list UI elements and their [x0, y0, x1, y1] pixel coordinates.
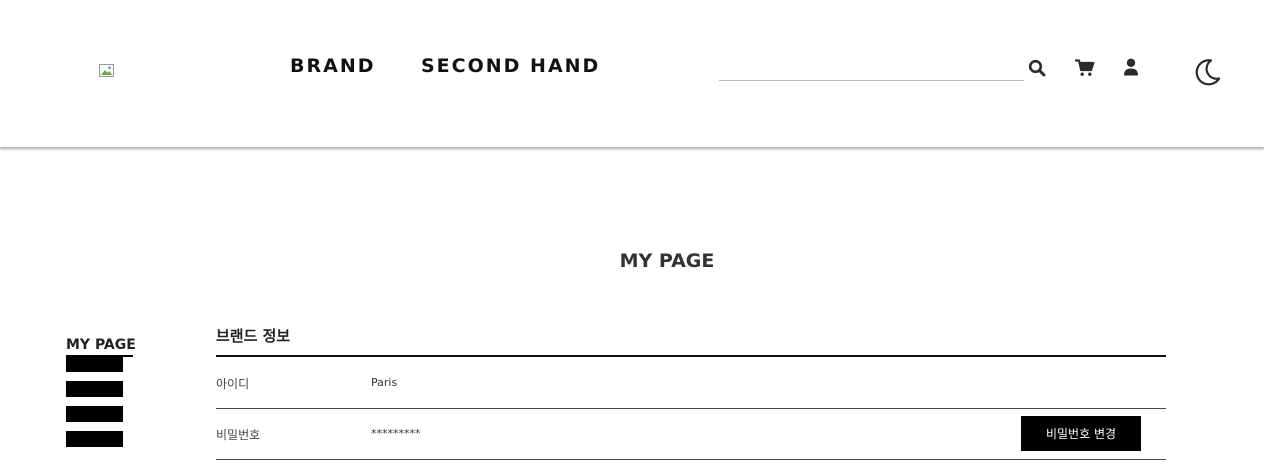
moon-icon[interactable]: [1192, 57, 1222, 87]
password-label: 비밀번호: [216, 428, 261, 442]
broken-image-icon[interactable]: [99, 64, 115, 78]
cart-icon[interactable]: [1075, 59, 1095, 77]
sidebar-item-2[interactable]: [66, 381, 123, 397]
search-bar: [719, 52, 1028, 82]
nav-second-hand-link[interactable]: SECOND HAND: [421, 55, 600, 77]
sidebar-item-4[interactable]: [66, 431, 123, 447]
page-title: MY PAGE: [619, 250, 715, 272]
search-icon[interactable]: [1028, 59, 1046, 77]
change-password-button[interactable]: 비밀번호 변경: [1021, 416, 1141, 451]
site-header: BRAND SECOND HAND: [0, 0, 1264, 148]
section-divider: [216, 355, 1166, 357]
id-label: 아이디: [216, 377, 250, 391]
search-input[interactable]: [719, 52, 1028, 82]
row-divider: [216, 408, 1166, 409]
id-value: Paris: [371, 376, 398, 389]
password-value: *********: [371, 427, 421, 440]
sidebar-item-3[interactable]: [66, 406, 123, 422]
nav-brand-link[interactable]: BRAND: [290, 55, 376, 77]
user-icon[interactable]: [1123, 58, 1139, 76]
brand-info-title: 브랜드 정보: [216, 327, 291, 345]
sidebar-item-1[interactable]: [66, 356, 123, 372]
row-divider: [216, 459, 1166, 460]
sidebar-title: MY PAGE: [66, 337, 136, 353]
